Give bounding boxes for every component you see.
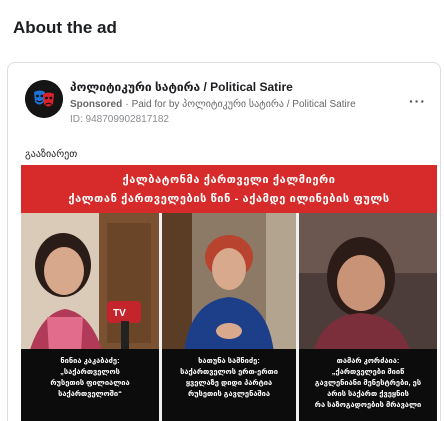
sponsored-label: Sponsored [70, 99, 123, 110]
caption-line: თამარ კორძაია: [336, 356, 400, 365]
ad-banner: ქალბატონმა ქართველი ქალმიერი ქალთან ქართ… [21, 165, 437, 213]
panel-caption-3: თამარ კორძაია: „ქართველები მიიწ გავლენია… [299, 349, 437, 421]
caption-line: რა საზოგადოების მრავალი [314, 400, 422, 409]
image-panel-3: თამარ კორძაია: „ქართველები მიიწ გავლენია… [299, 213, 437, 421]
ad-card: პოლიტიკური სატირა / Political Satire Spo… [7, 62, 441, 421]
more-options-icon[interactable]: ··· [409, 93, 426, 109]
caption-line: საქართველოში“ [58, 389, 122, 398]
paid-for-by-text: Paid for by პოლიტიკური სატირა / Politica… [131, 99, 356, 110]
separator-dot: · [125, 99, 129, 110]
ad-caption: გააზიარეთ [25, 149, 78, 160]
banner-line-1: ქალბატონმა ქართველი ქალმიერი [122, 174, 336, 186]
caption-line: „საქართველოს [60, 367, 120, 376]
caption-line: ყველაზე დიდი პარტია [185, 378, 273, 387]
caption-line: არის საქართ ქვეყნის [327, 389, 409, 398]
banner-line-2: ქალთან ქართველების წინ - აქამდე ილინების… [68, 193, 390, 205]
page-name-link[interactable]: პოლიტიკური სატირა / Political Satire [70, 80, 293, 94]
caption-line: რუსეთის გავლენაშია [187, 389, 271, 398]
caption-line: რუსეთის ფილიალია [50, 378, 130, 387]
svg-text:TV: TV [113, 308, 126, 319]
panel-caption-1: ნინია კაკაბაძე: „საქართველოს რუსეთის ფილ… [21, 349, 159, 421]
ad-id: ID: 948709902817182 [70, 114, 169, 125]
theater-masks-icon [25, 80, 63, 118]
image-panel-2: ხათუნა სამნიძე: საქართველოს ერთ-ერთი ყვე… [162, 213, 296, 421]
caption-line: გავლენიანი მენესტრები, ეს [314, 378, 422, 387]
caption-line: საქართველოს ერთ-ერთი [180, 367, 278, 376]
ad-image[interactable]: ქალბატონმა ქართველი ქალმიერი ქალთან ქართ… [21, 165, 437, 421]
image-panel-1: TV ნინია კაკაბაძე: „საქართველოს რუსეთის … [21, 213, 159, 421]
page-avatar[interactable] [25, 80, 63, 118]
panel-caption-2: ხათუნა სამნიძე: საქართველოს ერთ-ერთი ყვე… [162, 349, 296, 421]
caption-line: „ქართველები მიიწ [331, 367, 405, 376]
sponsored-line: Sponsored · Paid for by პოლიტიკური სატირა … [70, 99, 356, 110]
page-title: About the ad [13, 18, 117, 37]
caption-line: ხათუნა სამნიძე: [198, 356, 260, 365]
caption-line: ნინია კაკაბაძე: [60, 356, 120, 365]
